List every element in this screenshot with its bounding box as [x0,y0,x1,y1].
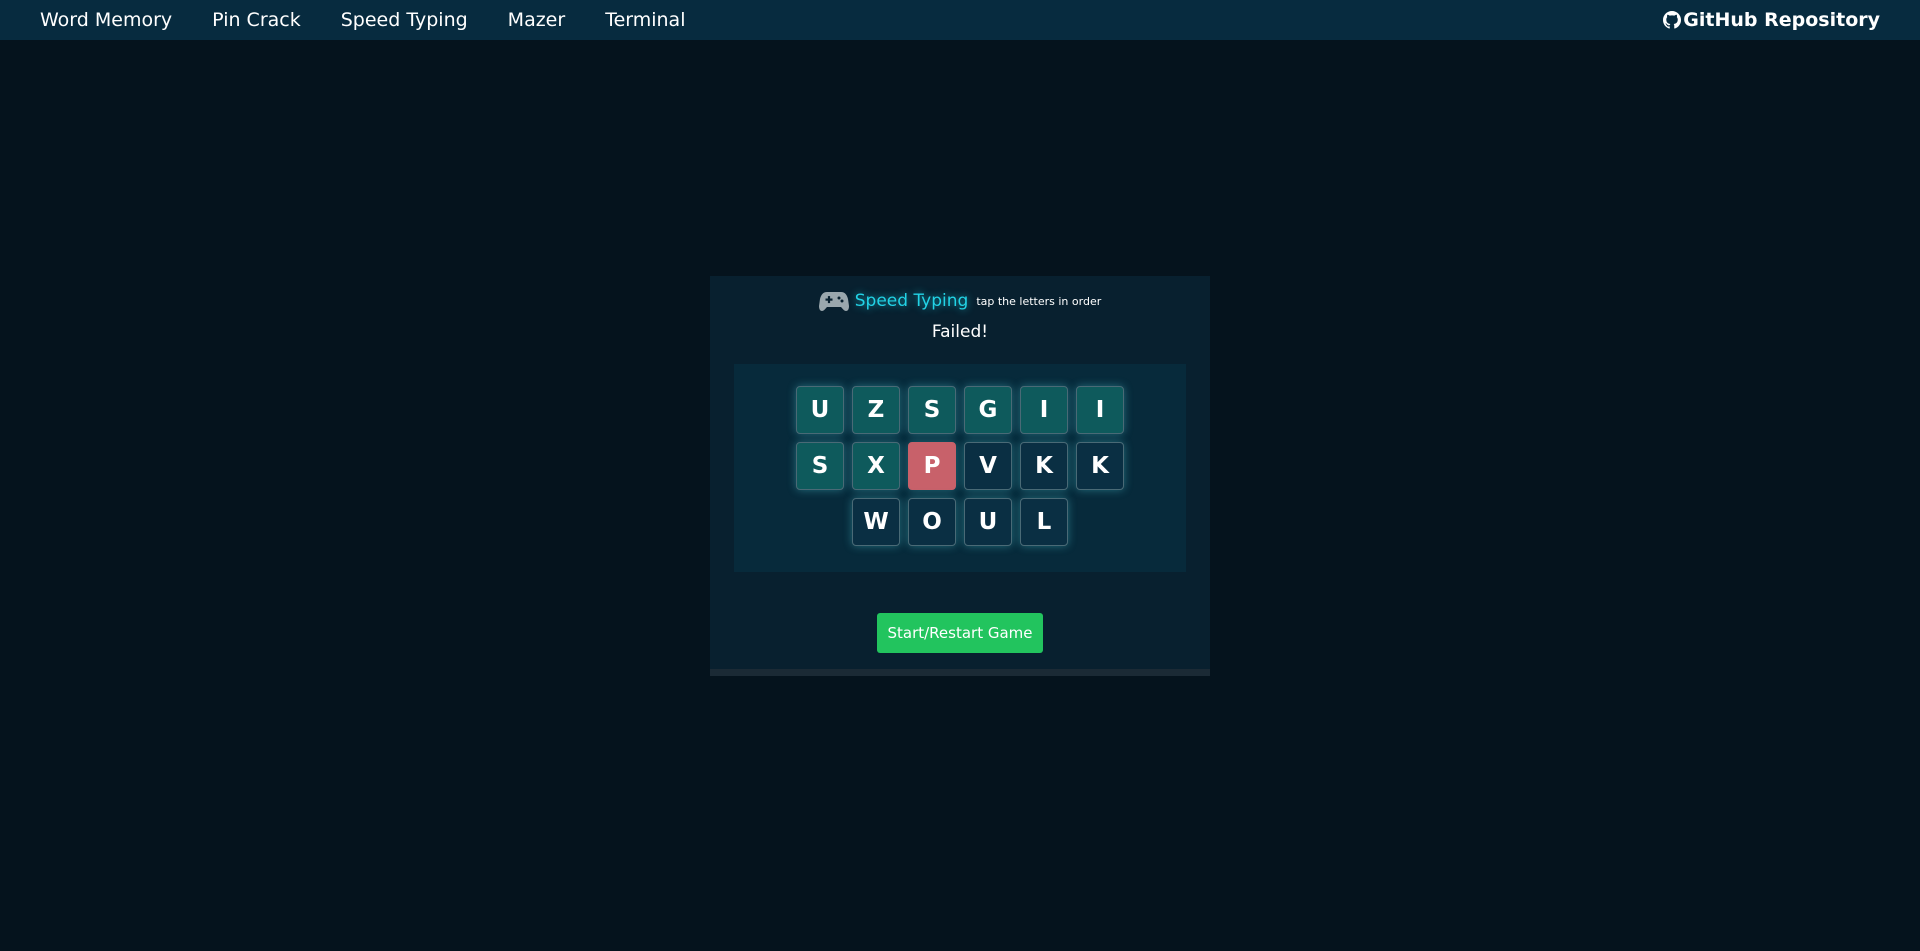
letter-board: UZSGIISXPVKKWOUL [734,364,1186,572]
letter-tile[interactable]: O [908,498,956,546]
nav-link-pin-crack[interactable]: Pin Crack [212,9,301,31]
nav-links: Word Memory Pin Crack Speed Typing Mazer… [40,9,725,31]
game-instructions: tap the letters in order [976,294,1102,308]
game-header: Speed Typing tap the letters in order [710,286,1210,316]
letter-tile[interactable]: V [964,442,1012,490]
github-icon [1663,11,1682,29]
letter-tile[interactable]: S [796,442,844,490]
nav-link-mazer[interactable]: Mazer [508,9,566,31]
letter-tile[interactable]: U [964,498,1012,546]
start-restart-button[interactable]: Start/Restart Game [877,613,1043,653]
nav-link-word-memory[interactable]: Word Memory [40,9,172,31]
github-label: GitHub Repository [1683,9,1880,31]
letter-tile[interactable]: S [908,386,956,434]
letter-tile[interactable]: G [964,386,1012,434]
game-title: Speed Typing [854,291,969,311]
panel-bottom-bar [710,669,1210,676]
nav-link-terminal[interactable]: Terminal [605,9,685,31]
game-status: Failed! [931,322,989,342]
github-repository-link[interactable]: GitHub Repository [1663,0,1880,40]
game-panel: Speed Typing tap the letters in order Fa… [710,276,1210,676]
letter-tile[interactable]: X [852,442,900,490]
letter-tile[interactable]: Z [852,386,900,434]
letter-tile[interactable]: W [852,498,900,546]
gamepad-icon [818,292,849,311]
letter-tile[interactable]: I [1020,386,1068,434]
letter-tile[interactable]: K [1076,442,1124,490]
letter-tile[interactable]: P [908,442,956,490]
letter-tile[interactable]: U [796,386,844,434]
top-navigation: Word Memory Pin Crack Speed Typing Mazer… [0,0,1920,40]
letter-tile[interactable]: I [1076,386,1124,434]
letter-tile[interactable]: L [1020,498,1068,546]
nav-link-speed-typing[interactable]: Speed Typing [341,9,468,31]
letter-tile[interactable]: K [1020,442,1068,490]
letter-tiles: UZSGIISXPVKKWOUL [794,386,1126,546]
